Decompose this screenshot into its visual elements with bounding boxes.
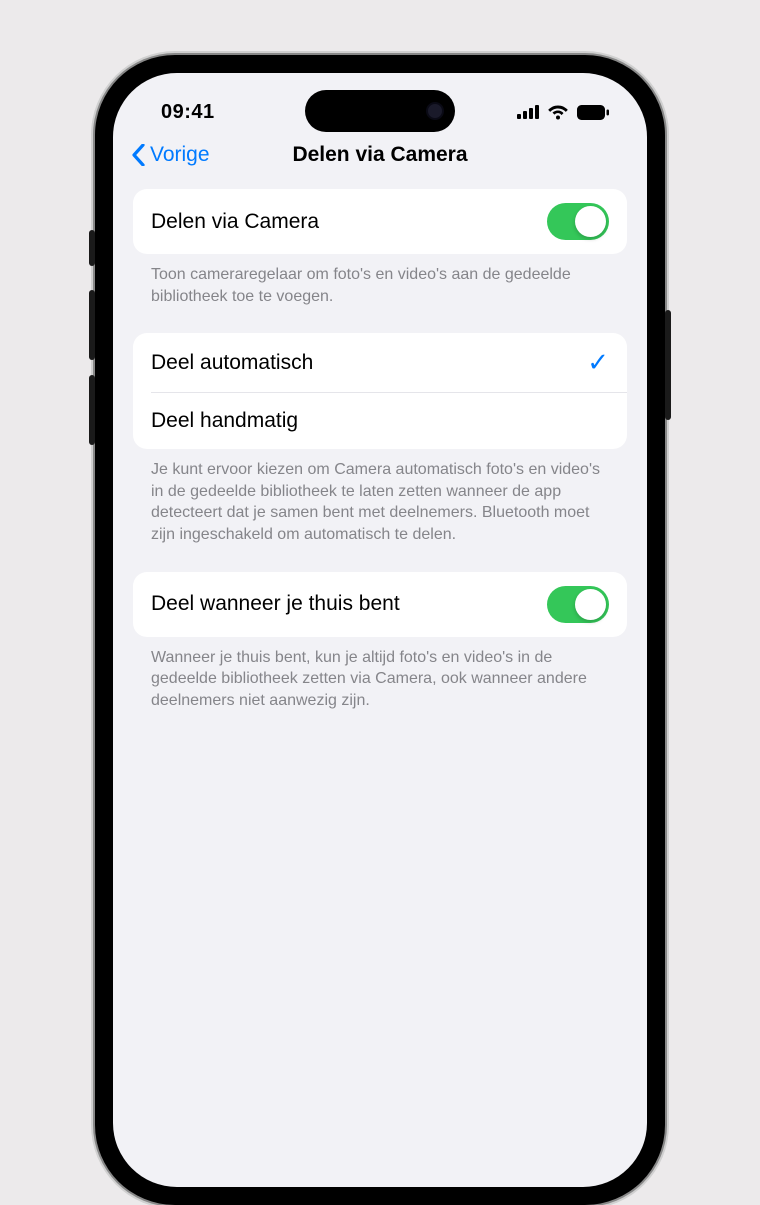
status-icons xyxy=(517,104,609,120)
share-home-label: Deel wanneer je thuis bent xyxy=(151,592,400,616)
share-via-camera-row[interactable]: Delen via Camera xyxy=(133,189,627,254)
back-button[interactable]: Vorige xyxy=(131,143,210,167)
battery-icon xyxy=(577,105,609,120)
back-label: Vorige xyxy=(150,143,210,167)
side-button xyxy=(665,310,671,420)
content: Delen via Camera Toon cameraregelaar om … xyxy=(113,179,647,737)
share-via-camera-toggle[interactable] xyxy=(547,203,609,240)
share-auto-row[interactable]: Deel automatisch ✓ xyxy=(133,333,627,392)
phone-frame: 09:41 Vorige Delen via Camera Delen via … xyxy=(95,55,665,1205)
side-button xyxy=(89,230,95,266)
front-camera-icon xyxy=(426,102,444,120)
share-home-footer: Wanneer je thuis bent, kun je altijd fot… xyxy=(133,637,627,738)
wifi-icon xyxy=(547,104,569,120)
share-manual-label: Deel handmatig xyxy=(151,409,298,433)
side-button xyxy=(89,375,95,445)
share-via-camera-group: Delen via Camera xyxy=(133,189,627,254)
status-time: 09:41 xyxy=(161,101,215,124)
share-auto-label: Deel automatisch xyxy=(151,351,313,375)
share-home-toggle[interactable] xyxy=(547,586,609,623)
checkmark-icon: ✓ xyxy=(587,347,609,378)
share-home-row[interactable]: Deel wanneer je thuis bent xyxy=(133,572,627,637)
screen: 09:41 Vorige Delen via Camera Delen via … xyxy=(113,73,647,1187)
share-mode-footer: Je kunt ervoor kiezen om Camera automati… xyxy=(133,449,627,571)
share-via-camera-label: Delen via Camera xyxy=(151,210,319,234)
share-mode-group: Deel automatisch ✓ Deel handmatig xyxy=(133,333,627,449)
dynamic-island xyxy=(305,90,455,132)
share-manual-row[interactable]: Deel handmatig xyxy=(133,393,627,449)
nav-bar: Vorige Delen via Camera xyxy=(113,133,647,179)
share-home-group: Deel wanneer je thuis bent xyxy=(133,572,627,637)
chevron-left-icon xyxy=(131,144,146,166)
share-via-camera-footer: Toon cameraregelaar om foto's en video's… xyxy=(133,254,627,333)
cellular-icon xyxy=(517,105,539,119)
side-button xyxy=(89,290,95,360)
